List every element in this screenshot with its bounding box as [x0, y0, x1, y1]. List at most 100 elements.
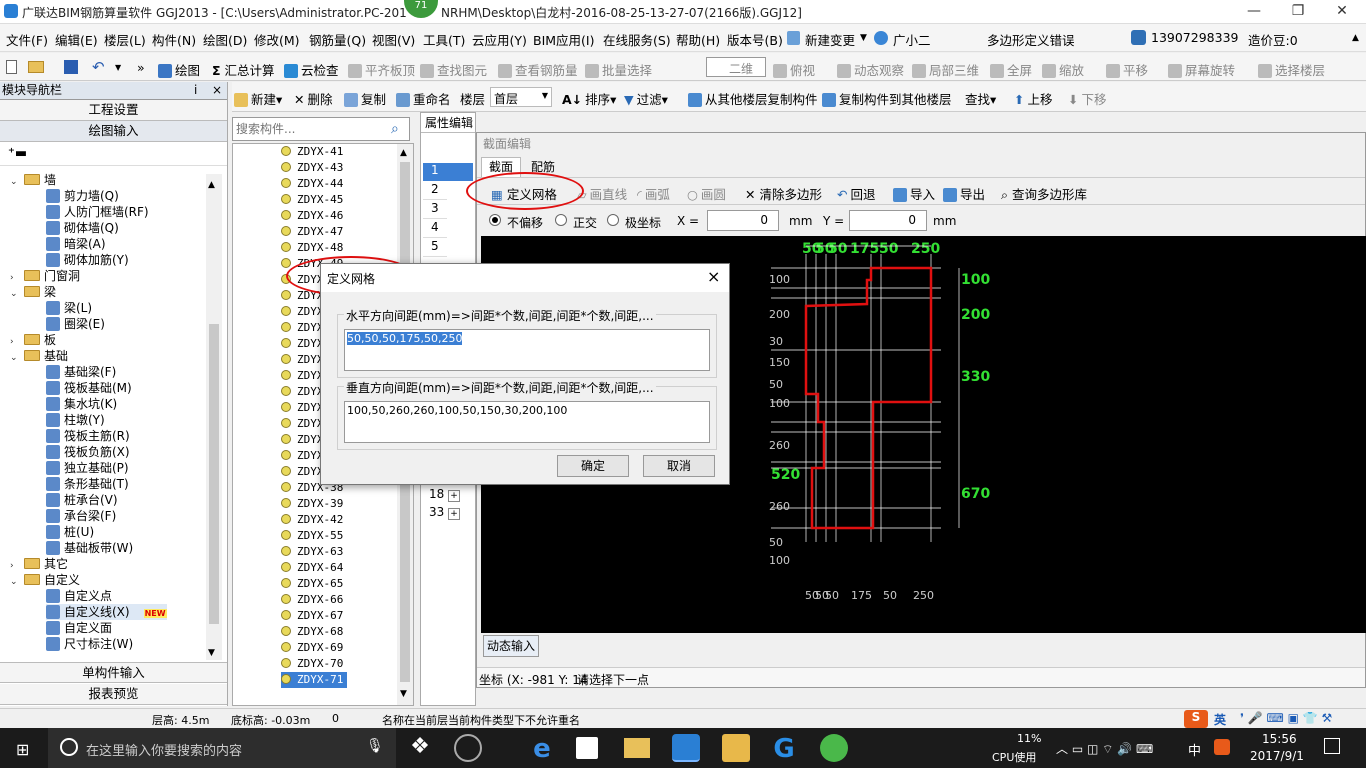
list-item[interactable]: ZDYX-45 [281, 192, 343, 208]
chevron-down-icon[interactable]: ▼ [115, 63, 121, 72]
chevron-up-icon[interactable]: ▲ [1352, 33, 1359, 43]
save-icon[interactable] [64, 60, 78, 74]
list-item[interactable]: ZDYX-39 [281, 496, 343, 512]
top-view-button[interactable]: 俯视 [773, 60, 815, 79]
ime-english[interactable]: 英 [1214, 711, 1226, 728]
y-input[interactable]: 0 [849, 210, 927, 231]
notes-app-icon[interactable] [722, 734, 750, 762]
tree-scrollbar[interactable]: ▲ ▼ [206, 174, 222, 660]
query-library-button[interactable]: ⌕ 查询多边形库 [1001, 184, 1087, 203]
dynamic-view-button[interactable]: 动态观察 [837, 60, 904, 79]
tree-item[interactable]: 筏板负筋(X) [46, 444, 130, 460]
menu-file[interactable]: 文件(F) [6, 30, 48, 49]
glodon-app-icon[interactable] [672, 734, 700, 762]
collapse-icon[interactable]: ⌄ [10, 350, 20, 366]
property-row[interactable]: 4 [423, 220, 447, 238]
tree-item[interactable]: 基础板带(W) [46, 540, 133, 556]
dialog-close-button[interactable]: × [707, 267, 720, 286]
tree-item[interactable]: 筏板主筋(R) [46, 428, 130, 444]
batch-select-button[interactable]: 批量选择 [585, 60, 652, 79]
notification-icon[interactable] [1324, 738, 1340, 754]
list-item[interactable]: ZDYX-44 [281, 176, 343, 192]
new-component-button[interactable]: 新建▾ [234, 89, 282, 108]
tree-item[interactable]: 自定义面 [46, 620, 112, 636]
tree-item[interactable]: 承台梁(F) [46, 508, 116, 524]
collapse-icon[interactable]: ⌄ [10, 286, 20, 302]
copy-from-floor-button[interactable]: 从其他楼层复制构件 [688, 89, 818, 108]
level-top-button[interactable]: 平齐板顶 [348, 60, 415, 79]
list-item[interactable]: ZDYX-63 [281, 544, 343, 560]
tree-item[interactable]: 砌体加筋(Y) [46, 252, 129, 268]
app-browser-icon[interactable] [454, 734, 482, 762]
ok-button[interactable]: 确定 [557, 455, 629, 477]
list-item[interactable]: ZDYX-46 [281, 208, 343, 224]
store-icon[interactable] [576, 737, 598, 759]
rename-button[interactable]: 重命名 [396, 89, 451, 108]
user-phone[interactable]: 13907298339 [1151, 30, 1238, 45]
draw-arc-button[interactable]: ◜ 画弧 [637, 184, 670, 203]
drawing-input-button[interactable]: 绘图输入 [0, 121, 227, 142]
menu-component[interactable]: 构件(N) [152, 30, 196, 49]
list-item[interactable]: ZDYX-48 [281, 240, 343, 256]
x-input[interactable]: 0 [707, 210, 779, 231]
select-floor-button[interactable]: 选择楼层 [1258, 60, 1325, 79]
list-item[interactable]: ZDYX-71 [281, 672, 348, 688]
property-row[interactable]: 3 [423, 201, 447, 219]
scroll-up-icon[interactable]: ▲ [400, 148, 407, 158]
menu-version[interactable]: 版本号(B) [727, 30, 783, 49]
rotate-button[interactable]: 屏幕旋转 [1168, 60, 1235, 79]
tree-item[interactable]: 条形基础(T) [46, 476, 129, 492]
list-item[interactable]: ZDYX-64 [281, 560, 343, 576]
horizontal-spacing-input[interactable]: 50,50,50,175,50,250 [344, 329, 710, 371]
draw-line-button[interactable]: ▱ 画直线 [577, 184, 627, 203]
list-item[interactable]: ZDYX-43 [281, 160, 343, 176]
tree-item[interactable]: 基础梁(F) [46, 364, 116, 380]
report-preview-button[interactable]: 报表预览 [0, 684, 227, 705]
undo-icon[interactable]: ↶ [92, 58, 105, 76]
clear-polygon-button[interactable]: ✕ 清除多边形 [745, 184, 822, 203]
open-folder-icon[interactable] [28, 61, 44, 73]
tree-folder[interactable]: › 其它 [10, 556, 68, 572]
expand-icon[interactable]: + [448, 490, 460, 502]
menu-cloud[interactable]: 云应用(Y) [472, 30, 527, 49]
list-item[interactable]: ZDYX-69 [281, 640, 343, 656]
zoom-button[interactable]: 缩放 [1042, 60, 1084, 79]
fullscreen-button[interactable]: 全屏 [990, 60, 1032, 79]
collapse-icon[interactable]: ⌄ [10, 174, 20, 190]
list-item[interactable]: ZDYX-47 [281, 224, 343, 240]
undo-button[interactable]: ↶ 回退 [837, 184, 876, 203]
assistant-button[interactable]: 广小二 [893, 30, 931, 49]
list-item[interactable]: ZDYX-70 [281, 656, 343, 672]
tree-item[interactable]: 桩承台(V) [46, 492, 118, 508]
menu-edit[interactable]: 编辑(E) [55, 30, 98, 49]
menu-floor[interactable]: 楼层(L) [104, 30, 146, 49]
tree-folder[interactable]: › 板 [10, 332, 56, 348]
tree-item[interactable]: 尺寸标注(W) [46, 636, 133, 652]
tree-item[interactable]: 梁(L) [46, 300, 92, 316]
tree-item[interactable]: 圈梁(E) [46, 316, 105, 332]
tree-folder[interactable]: ⌄ 梁 [10, 284, 56, 300]
list-item[interactable]: ZDYX-55 [281, 528, 343, 544]
list-item[interactable]: ZDYX-68 [281, 624, 343, 640]
glodon-g-icon[interactable]: G [770, 734, 798, 764]
sogou-ime-icon[interactable]: S [1184, 710, 1208, 728]
sort-button[interactable]: A↓ 排序▾ [562, 89, 616, 108]
view-rebar-button[interactable]: 查看钢筋量 [498, 60, 578, 79]
minimize-button[interactable]: — [1232, 0, 1276, 24]
refresh-app-icon[interactable] [820, 734, 848, 762]
copy-to-floor-button[interactable]: 复制构件到其他楼层 [822, 89, 952, 108]
pin-icon[interactable]: ⅰ [194, 82, 197, 99]
view-mode-select[interactable]: 二维 [706, 57, 766, 77]
task-view-icon[interactable]: ❖ [406, 734, 434, 762]
sum-calc-button[interactable]: Σ 汇总计算 [212, 60, 275, 79]
delete-button[interactable]: ✕ 删除 [294, 89, 333, 108]
sogou-tray-icon[interactable] [1214, 739, 1230, 755]
tree-folder[interactable]: ⌄ 基础 [10, 348, 68, 364]
no-offset-radio[interactable] [489, 214, 501, 226]
tree-folder[interactable]: › 门窗洞 [10, 268, 80, 284]
draw-circle-button[interactable]: ○ 画圆 [687, 184, 726, 203]
cloud-check-button[interactable]: 云检查 [284, 60, 339, 79]
property-row[interactable]: 2 [423, 182, 447, 200]
menu-tools[interactable]: 工具(T) [423, 30, 465, 49]
export-button[interactable]: 导出 [943, 184, 985, 203]
